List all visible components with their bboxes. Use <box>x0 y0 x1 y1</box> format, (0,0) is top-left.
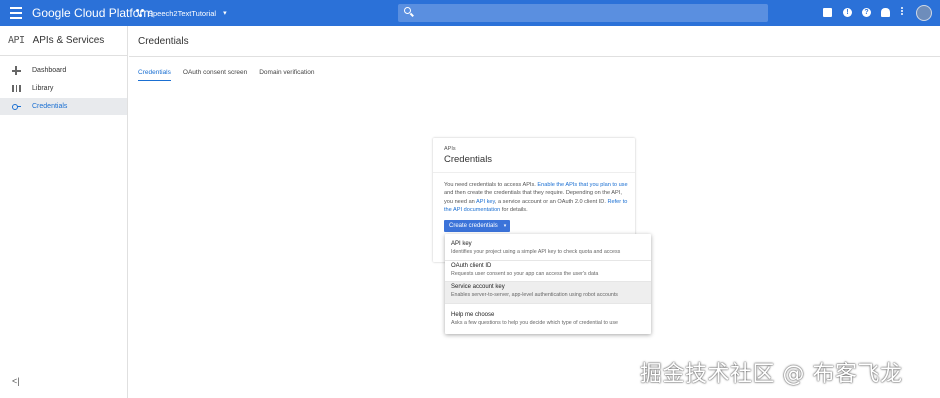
notifications-icon[interactable] <box>881 8 890 17</box>
search-input[interactable] <box>416 5 756 21</box>
page-title: Credentials <box>138 36 189 47</box>
help-icon[interactable]: ? <box>862 8 871 17</box>
tab-bar: Credentials OAuth consent screen Domain … <box>138 69 315 81</box>
menu-item-title: API key <box>451 241 472 247</box>
sidebar: API APIs & Services Dashboard Library Cr… <box>0 26 128 398</box>
collapse-sidebar-icon[interactable]: <| <box>12 376 20 386</box>
sidebar-nav: Dashboard Library Credentials <box>0 56 127 115</box>
sidebar-item-label: Dashboard <box>32 67 67 74</box>
main-content: Credentials Credentials OAuth consent sc… <box>129 26 940 398</box>
sidebar-item-credentials[interactable]: Credentials <box>0 98 127 115</box>
card-title: Credentials <box>444 154 493 165</box>
sidebar-title: APIs & Services <box>32 35 105 46</box>
menu-item-desc: Asks a few questions to help you decide … <box>451 320 618 326</box>
tab-oauth-consent-screen[interactable]: OAuth consent screen <box>183 69 247 81</box>
create-credentials-menu: API key Identifies your project using a … <box>445 234 651 334</box>
menu-item-help-me-choose[interactable]: Help me choose Asks a few questions to h… <box>445 310 651 332</box>
chevron-down-icon: ▾ <box>223 10 227 17</box>
card-description: You need credentials to access APIs. Ena… <box>444 181 629 214</box>
project-selector[interactable]: Speech2TextTutorial ▾ <box>136 5 227 21</box>
top-app-bar: Google Cloud Platform Speech2TextTutoria… <box>0 0 940 26</box>
api-key-link[interactable]: API key <box>476 199 495 205</box>
button-label: Create credentials <box>449 223 498 229</box>
sidebar-header: API APIs & Services <box>0 26 127 56</box>
search-icon <box>404 7 411 14</box>
dashboard-icon <box>12 66 21 75</box>
desc-text: , a service account or an OAuth 2.0 clie… <box>494 198 608 205</box>
menu-item-title: Help me choose <box>451 312 495 318</box>
project-name: Speech2TextTutorial <box>148 8 217 18</box>
menu-item-desc: Requests user consent so your app can ac… <box>451 271 599 277</box>
menu-item-api-key[interactable]: API key Identifies your project using a … <box>445 238 651 260</box>
sidebar-item-label: Credentials <box>32 103 68 110</box>
divider <box>129 56 940 57</box>
watermark-text: 掘金技术社区 @ 布客飞龙 <box>640 362 903 387</box>
search-bar[interactable] <box>398 4 768 22</box>
sidebar-item-dashboard[interactable]: Dashboard <box>0 62 127 79</box>
tab-domain-verification[interactable]: Domain verification <box>259 69 314 81</box>
project-icon <box>136 9 144 17</box>
account-avatar[interactable] <box>916 5 932 21</box>
tab-credentials[interactable]: Credentials <box>138 69 171 81</box>
desc-text: for details. <box>500 206 528 213</box>
menu-item-title: OAuth client ID <box>451 263 492 269</box>
cloud-shell-icon[interactable] <box>823 8 832 17</box>
library-icon <box>12 84 21 93</box>
menu-item-title: Service account key <box>451 284 505 290</box>
card-eyebrow: APIs <box>444 146 456 152</box>
more-vert-icon[interactable] <box>901 7 904 16</box>
key-icon <box>12 102 21 111</box>
alert-icon[interactable]: ! <box>843 8 852 17</box>
menu-item-service-account-key[interactable]: Service account key Enables server-to-se… <box>445 282 651 303</box>
sidebar-item-library[interactable]: Library <box>0 80 127 97</box>
sidebar-item-label: Library <box>32 85 54 92</box>
desc-text: You need credentials to access APIs. <box>444 182 538 188</box>
chevron-down-icon: ▾ <box>503 223 507 229</box>
create-credentials-button[interactable]: Create credentials ▾ <box>444 220 510 232</box>
enable-apis-link[interactable]: Enable the APIs that you plan to use <box>537 182 627 188</box>
menu-item-desc: Identifies your project using a simple A… <box>451 249 621 255</box>
divider <box>433 172 635 173</box>
divider <box>445 303 651 304</box>
api-logo: API <box>8 35 25 46</box>
menu-item-desc: Enables server-to-server, app-level auth… <box>451 292 618 298</box>
menu-item-oauth-client-id[interactable]: OAuth client ID Requests user consent so… <box>445 261 651 281</box>
menu-icon[interactable] <box>10 7 22 19</box>
